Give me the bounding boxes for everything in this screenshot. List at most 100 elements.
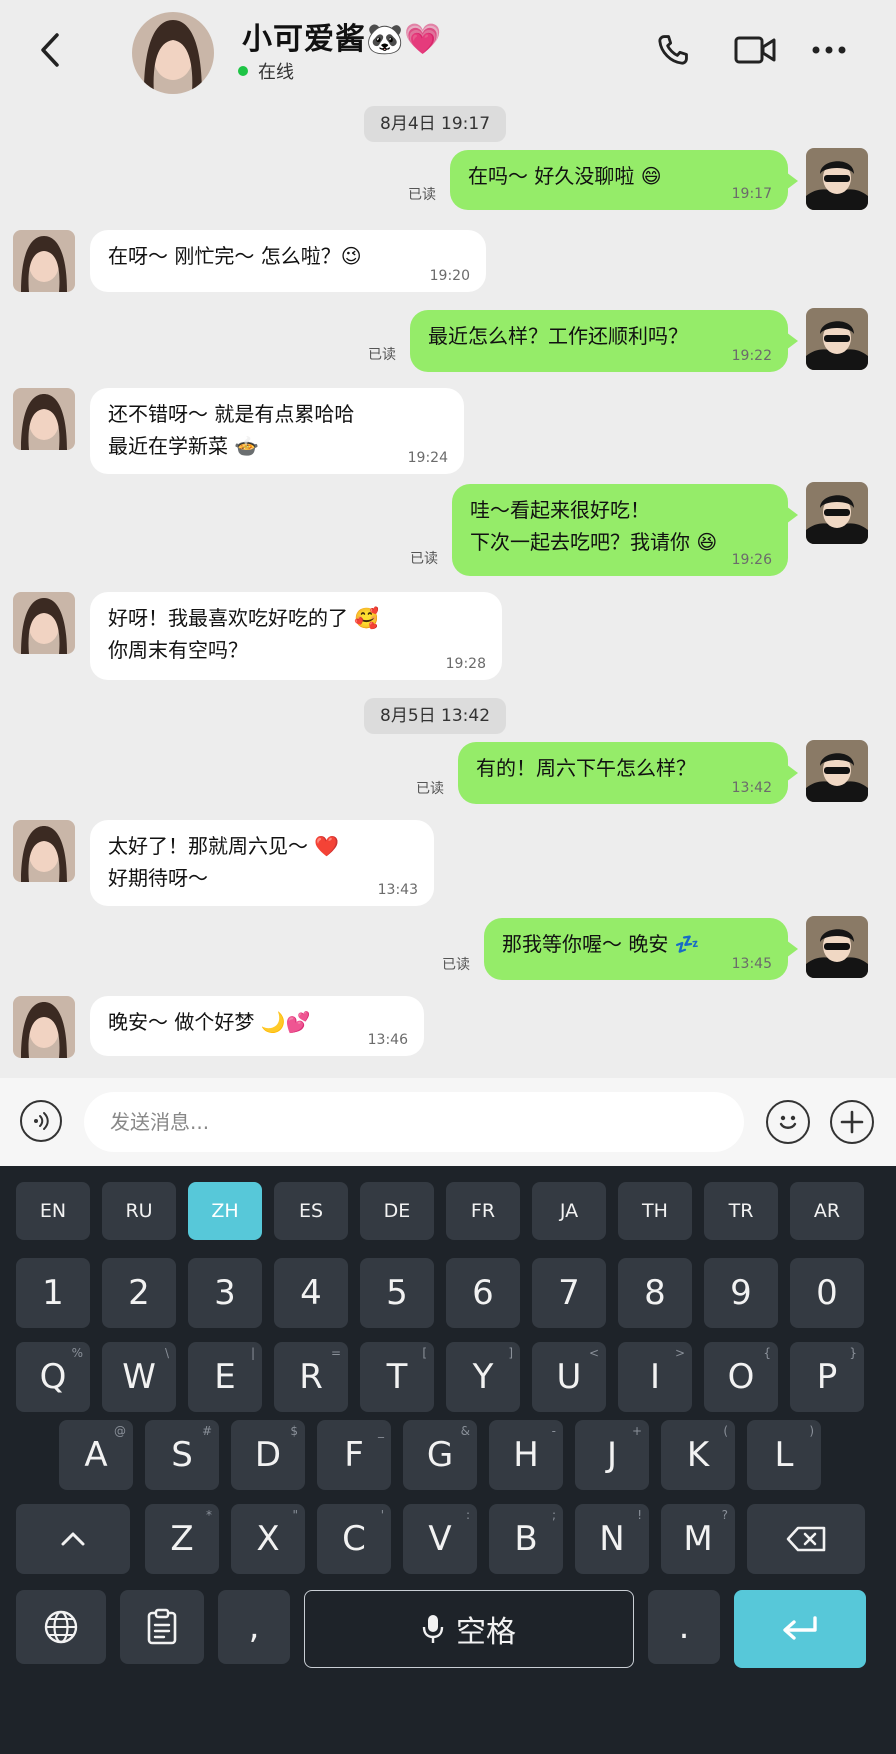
key-b[interactable]: B; [489,1504,563,1574]
key-6[interactable]: 6 [446,1258,520,1328]
key-p[interactable]: P} [790,1342,864,1412]
key-alt: ; [551,1508,556,1522]
key-l[interactable]: L) [747,1420,821,1490]
key-z[interactable]: Z * [145,1504,219,1574]
key-m[interactable]: M? [661,1504,735,1574]
key-3[interactable]: 3 [188,1258,262,1328]
key-e[interactable]: E | [188,1342,262,1412]
key-t[interactable]: T[ [360,1342,434,1412]
back-button[interactable] [30,28,70,72]
lang-key-es[interactable]: ES [274,1182,348,1240]
key-n[interactable]: N! [575,1504,649,1574]
key-4[interactable]: 4 [274,1258,348,1328]
add-attachment-button[interactable] [830,1100,874,1144]
key-g[interactable]: G & [403,1420,477,1490]
outgoing-message[interactable]: 在吗～ 好久没聊啦 😄 19:17 [450,150,798,210]
incoming-message[interactable]: 太好了！那就周六见～ ❤️ 好期待呀～ 13:43 [90,820,434,906]
voice-input-button[interactable] [20,1100,62,1142]
contact-avatar[interactable] [132,12,214,94]
read-receipt: 已读 [408,187,436,203]
contact-message-avatar[interactable] [13,996,75,1058]
key-2[interactable]: 2 [102,1258,176,1328]
phone-icon [658,35,688,65]
lang-key-de[interactable]: DE [360,1182,434,1240]
key-alt: { [763,1346,771,1360]
incoming-message[interactable]: 在呀～ 刚忙完～ 怎么啦？😉 19:20 [90,230,486,292]
enter-key[interactable] [734,1590,866,1668]
key-alt: < [588,1346,599,1360]
space-key[interactable]: 空格 [304,1590,634,1668]
outgoing-message[interactable]: 那我等你喔～ 晚安 💤 13:45 [484,918,798,980]
comma-key[interactable]: , [218,1590,290,1664]
online-status: 在线 [238,58,294,84]
key-u[interactable]: U < [532,1342,606,1412]
key-8[interactable]: 8 [618,1258,692,1328]
key-d[interactable]: D $ [231,1420,305,1490]
contact-message-avatar[interactable] [13,230,75,292]
globe-key[interactable] [16,1590,106,1664]
globe-icon [44,1610,78,1644]
key-w[interactable]: W \ [102,1342,176,1412]
my-avatar[interactable] [806,148,868,210]
period-key[interactable]: . [648,1590,720,1664]
key-h[interactable]: H- [489,1420,563,1490]
outgoing-message[interactable]: 有的！周六下午怎么样？ 13:42 [458,742,798,804]
key-alt: ? [721,1508,728,1522]
key-q[interactable]: Q% [16,1342,90,1412]
clipboard-key[interactable] [120,1590,204,1664]
lang-key-tr[interactable]: TR [704,1182,778,1240]
key-alt: % [71,1346,83,1360]
message-text: 晚安～ 做个好梦 🌙💕 [108,1010,311,1034]
my-avatar[interactable] [806,740,868,802]
key-k[interactable]: K( [661,1420,735,1490]
contact-message-avatar[interactable] [13,820,75,882]
emoji-button[interactable] [766,1100,810,1144]
message-text-line: 哇～看起来很好吃！ [470,498,650,522]
my-avatar[interactable] [806,482,868,544]
key-x[interactable]: X " [231,1504,305,1574]
my-avatar[interactable] [806,308,868,370]
backspace-key[interactable] [747,1504,865,1574]
key-a[interactable]: A @ [59,1420,133,1490]
outgoing-message[interactable]: 哇～看起来很好吃！ 下次一起去吃吧？我请你 😆 19:26 [452,484,798,576]
key-r[interactable]: R = [274,1342,348,1412]
key-y[interactable]: Y] [446,1342,520,1412]
key-alt: " [292,1508,298,1522]
my-avatar[interactable] [806,916,868,978]
lang-key-ja[interactable]: JA [532,1182,606,1240]
incoming-message[interactable]: 好呀！我最喜欢吃好吃的了 🥰 你周末有空吗？ 19:28 [90,592,502,680]
key-c[interactable]: C ' [317,1504,391,1574]
key-7[interactable]: 7 [532,1258,606,1328]
voice-call-button[interactable] [650,28,696,72]
outgoing-message[interactable]: 最近怎么样？工作还顺利吗？ 19:22 [410,310,798,372]
key-f[interactable]: F _ [317,1420,391,1490]
message-input[interactable] [84,1092,744,1152]
key-0[interactable]: 0 [790,1258,864,1328]
key-j[interactable]: J + [575,1420,649,1490]
key-5[interactable]: 5 [360,1258,434,1328]
lang-key-en[interactable]: EN [16,1182,90,1240]
lang-key-th[interactable]: TH [618,1182,692,1240]
key-o[interactable]: O{ [704,1342,778,1412]
more-button[interactable] [806,28,852,72]
video-call-button[interactable] [732,28,778,72]
lang-key-ar[interactable]: AR [790,1182,864,1240]
incoming-message[interactable]: 还不错呀～ 就是有点累哈哈 最近在学新菜 🍲 19:24 [90,388,464,474]
lang-key-zh[interactable]: ZH [188,1182,262,1240]
key-label: O [727,1357,755,1397]
lang-key-ru[interactable]: RU [102,1182,176,1240]
incoming-message[interactable]: 晚安～ 做个好梦 🌙💕 13:46 [90,996,424,1056]
key-i[interactable]: I > [618,1342,692,1412]
online-dot [238,66,248,76]
key-alt: ( [723,1424,728,1438]
lang-key-fr[interactable]: FR [446,1182,520,1240]
key-v[interactable]: V: [403,1504,477,1574]
read-receipt: 已读 [368,347,396,363]
key-9[interactable]: 9 [704,1258,778,1328]
key-s[interactable]: S # [145,1420,219,1490]
key-1[interactable]: 1 [16,1258,90,1328]
shift-key[interactable] [16,1504,130,1574]
contact-message-avatar[interactable] [13,592,75,654]
contact-message-avatar[interactable] [13,388,75,450]
key-alt: > [674,1346,685,1360]
